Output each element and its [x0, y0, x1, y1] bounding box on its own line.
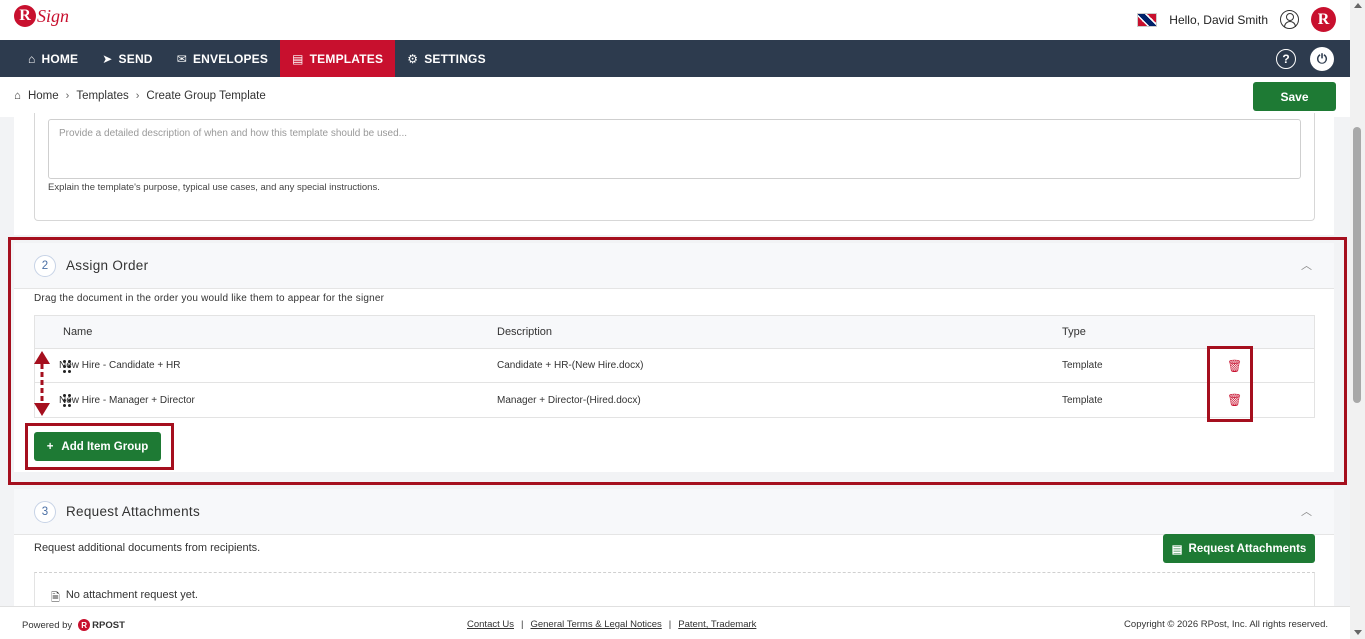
breadcrumb-bar: ⌂ Home › Templates › Create Group Templa… — [0, 77, 1350, 117]
template-icon: ▤ — [292, 51, 304, 66]
nav-settings[interactable]: ⚙ SETTINGS — [395, 40, 498, 77]
nav-envelopes-label: ENVELOPES — [192, 51, 269, 66]
col-name: Name — [63, 326, 93, 338]
top-header: R Sign Hello, David Smith R — [0, 0, 1350, 40]
contact-us-link[interactable]: Contact Us — [467, 619, 514, 630]
step-number: 3 — [34, 500, 56, 523]
breadcrumb-templates[interactable]: Templates — [76, 90, 128, 102]
main-nav: ⌂ HOME ➤ SEND ✉ ENVELOPES ▤ TEMPLATES ⚙ … — [0, 40, 1350, 77]
table-row[interactable]: New Hire - Candidate + HR Candidate + HR… — [35, 349, 1314, 383]
uk-flag-icon[interactable] — [1137, 12, 1158, 27]
avatar[interactable]: R — [1311, 7, 1336, 32]
section-title: Request Attachments — [66, 504, 201, 519]
scrollbar-thumb[interactable] — [1353, 127, 1361, 403]
home-icon: ⌂ — [28, 51, 36, 66]
rsign-logo[interactable]: R Sign — [14, 5, 69, 27]
rpost-logo: R RPOST — [78, 619, 125, 631]
nav-send-label: SEND — [118, 51, 153, 66]
help-icon[interactable]: ? — [1276, 48, 1296, 69]
table-row[interactable]: New Hire - Manager + Director Manager + … — [35, 383, 1314, 417]
document-icon: ▤ — [1171, 543, 1183, 556]
nav-settings-label: SETTINGS — [424, 51, 486, 66]
header-user-area: Hello, David Smith R — [1137, 7, 1336, 32]
reorder-arrow-icon — [34, 351, 50, 416]
row-type: Template — [1062, 394, 1103, 406]
nav-home[interactable]: ⌂ HOME — [0, 40, 90, 77]
scroll-up-icon[interactable] — [1354, 3, 1362, 8]
description-hint: Explain the template's purpose, typical … — [48, 182, 380, 193]
powered-by-text: Powered by — [22, 619, 73, 631]
request-attachments-text: Request additional documents from recipi… — [34, 542, 261, 554]
gear-icon: ⚙ — [407, 51, 419, 66]
request-attachments-section: 3 Request Attachments ︿ Request addition… — [14, 489, 1334, 612]
terms-link[interactable]: General Terms & Legal Notices — [530, 619, 661, 630]
section-title: Assign Order — [66, 258, 149, 273]
add-item-group-label: Add Item Group — [61, 440, 149, 453]
drag-handle-icon[interactable] — [63, 394, 71, 407]
patent-link[interactable]: Patent, Trademark — [678, 619, 756, 630]
chevron-right-icon: › — [135, 90, 140, 102]
add-item-group-button[interactable]: + Add Item Group — [34, 432, 161, 461]
nav-send[interactable]: ➤ SEND — [90, 40, 164, 77]
scroll-down-icon[interactable] — [1354, 630, 1362, 635]
row-name: New Hire - Candidate + HR — [59, 360, 181, 371]
plus-icon: + — [46, 440, 54, 453]
row-description: Candidate + HR-(New Hire.docx) — [497, 360, 644, 371]
breadcrumb-current: Create Group Template — [146, 90, 266, 102]
user-profile-icon[interactable] — [1280, 10, 1299, 29]
powered-by: Powered by R RPOST — [22, 619, 125, 631]
drag-hint: Drag the document in the order you would… — [34, 293, 385, 304]
link-separator: | — [521, 619, 524, 630]
send-icon: ➤ — [102, 51, 113, 66]
request-attachments-header[interactable]: 3 Request Attachments ︿ — [14, 489, 1334, 535]
table-header: Name Description Type — [35, 316, 1314, 349]
logo-text: Sign — [37, 5, 70, 26]
breadcrumb: ⌂ Home › Templates › Create Group Templa… — [14, 90, 266, 102]
trash-icon[interactable]: 🗑 — [1227, 359, 1242, 373]
chevron-up-icon[interactable]: ︿ — [1301, 503, 1312, 519]
nav-envelopes[interactable]: ✉ ENVELOPES — [165, 40, 280, 77]
link-separator: | — [668, 619, 672, 630]
row-name: New Hire - Manager + Director — [59, 394, 195, 406]
home-crumb-icon[interactable]: ⌂ — [14, 90, 21, 102]
nav-templates[interactable]: ▤ TEMPLATES — [280, 40, 396, 77]
nav-home-label: HOME — [41, 51, 79, 66]
rpost-mark-icon: R — [78, 619, 91, 631]
chevron-right-icon: › — [65, 90, 70, 102]
assign-order-header[interactable]: 2 Assign Order ︿ — [14, 243, 1334, 289]
drag-handle-icon[interactable] — [63, 360, 71, 373]
col-type: Type — [1062, 326, 1086, 338]
footer-links: Contact Us | General Terms & Legal Notic… — [467, 619, 756, 630]
col-description: Description — [497, 326, 553, 338]
step-number: 2 — [34, 254, 56, 277]
assign-order-section: 2 Assign Order ︿ Drag the document in th… — [14, 243, 1334, 472]
description-textarea[interactable]: Provide a detailed description of when a… — [48, 119, 1301, 179]
nav-right-tools: ? ⏻ — [1276, 40, 1350, 77]
chevron-up-icon[interactable]: ︿ — [1301, 257, 1312, 273]
copyright: Copyright © 2026 RPost, Inc. All rights … — [1124, 619, 1328, 630]
logo-mark: R — [14, 5, 36, 27]
greeting-text: Hello, David Smith — [1169, 12, 1268, 27]
breadcrumb-home[interactable]: Home — [28, 90, 59, 102]
row-type: Template — [1062, 360, 1103, 371]
save-button[interactable]: Save — [1253, 82, 1336, 111]
request-attachments-button[interactable]: ▤ Request Attachments — [1163, 534, 1315, 563]
row-description: Manager + Director-(Hired.docx) — [497, 394, 641, 406]
nav-templates-label: TEMPLATES — [309, 51, 384, 66]
order-table: Name Description Type New Hire - Candida… — [34, 315, 1315, 418]
footer: Powered by R RPOST Contact Us | General … — [0, 606, 1350, 639]
envelope-icon: ✉ — [176, 51, 187, 66]
description-card: Provide a detailed description of when a… — [14, 113, 1334, 235]
rpost-brand: RPOST — [92, 619, 125, 631]
request-attachments-label: Request Attachments — [1188, 542, 1307, 555]
trash-icon[interactable]: 🗑 — [1227, 393, 1242, 407]
power-icon[interactable]: ⏻ — [1310, 46, 1334, 71]
